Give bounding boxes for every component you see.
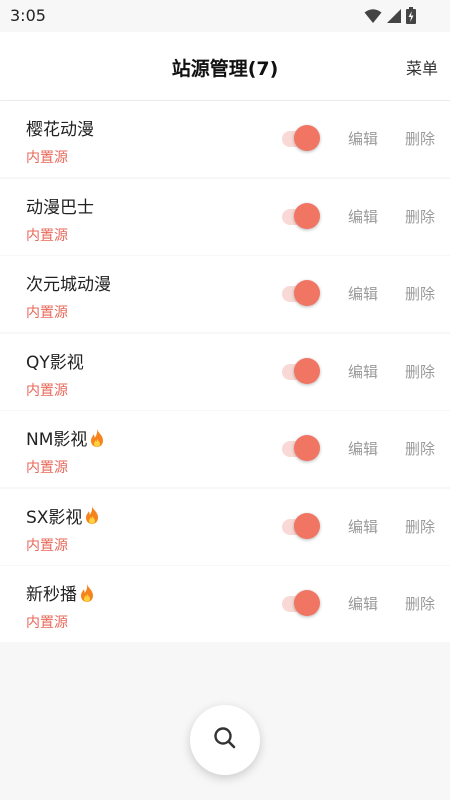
fire-icon	[86, 506, 99, 524]
search-fab-button[interactable]	[190, 705, 260, 775]
source-name-wrapper: 动漫巴士	[26, 193, 94, 218]
source-row: SX影视 内置源 编辑 删除	[0, 488, 450, 565]
delete-button[interactable]: 删除	[405, 593, 435, 614]
source-name-wrapper: 新秒播	[26, 580, 95, 605]
source-name-wrapper: 樱花动漫	[26, 115, 94, 140]
source-name: SX影视	[26, 507, 83, 528]
source-name: 次元城动漫	[26, 275, 111, 295]
source-enabled-toggle[interactable]	[282, 433, 320, 465]
delete-button[interactable]: 删除	[405, 361, 435, 382]
source-type-label: 内置源	[26, 227, 68, 244]
source-list: 樱花动漫 内置源 编辑 删除 动漫巴士 内置源 编辑 删除 次元城动漫 内置源 …	[0, 101, 450, 644]
source-type-label: 内置源	[26, 382, 68, 399]
toggle-knob	[294, 512, 320, 539]
edit-button[interactable]: 编辑	[348, 438, 378, 459]
fire-icon	[81, 583, 93, 602]
source-enabled-toggle[interactable]	[282, 201, 320, 233]
source-name: 樱花动漫	[26, 120, 94, 140]
source-enabled-toggle[interactable]	[282, 356, 320, 388]
source-row: 次元城动漫 内置源 编辑 删除	[0, 256, 450, 332]
edit-button[interactable]: 编辑	[348, 361, 378, 382]
search-icon	[212, 725, 238, 755]
toggle-knob	[294, 357, 320, 384]
source-enabled-toggle[interactable]	[282, 278, 320, 310]
delete-button[interactable]: 删除	[405, 438, 435, 459]
edit-button[interactable]: 编辑	[348, 593, 378, 614]
source-type-label: 内置源	[26, 537, 68, 554]
status-icons	[364, 7, 416, 24]
source-name: 动漫巴士	[26, 197, 94, 218]
battery-charging-icon	[406, 7, 416, 24]
toggle-knob	[294, 202, 320, 229]
source-name: QY影视	[26, 352, 84, 373]
source-type-label: 内置源	[26, 615, 68, 631]
page-title: 站源管理(7)	[171, 58, 279, 80]
wifi-icon	[364, 8, 382, 24]
toggle-knob	[294, 280, 320, 306]
source-name-wrapper: NM影视	[26, 425, 105, 450]
toggle-knob	[294, 435, 320, 461]
source-row: NM影视 内置源 编辑 删除	[0, 411, 450, 487]
edit-button[interactable]: 编辑	[348, 516, 378, 537]
delete-button[interactable]: 删除	[405, 283, 435, 304]
toggle-knob	[294, 590, 320, 616]
edit-button[interactable]: 编辑	[348, 128, 378, 149]
edit-button[interactable]: 编辑	[348, 283, 378, 304]
source-row: 动漫巴士 内置源 编辑 删除	[0, 178, 450, 255]
source-type-label: 内置源	[26, 150, 68, 166]
status-time: 3:05	[10, 6, 46, 25]
edit-button[interactable]: 编辑	[348, 206, 378, 227]
source-enabled-toggle[interactable]	[282, 588, 320, 620]
source-enabled-toggle[interactable]	[282, 511, 320, 543]
delete-button[interactable]: 删除	[405, 128, 435, 149]
source-row: 新秒播 内置源 编辑 删除	[0, 566, 450, 642]
source-name: NM影视	[26, 430, 88, 450]
source-enabled-toggle[interactable]	[282, 123, 320, 155]
cellular-signal-icon	[386, 8, 402, 24]
menu-button[interactable]: 菜单	[406, 55, 438, 79]
source-name: 新秒播	[26, 585, 77, 605]
source-name-wrapper: SX影视	[26, 503, 100, 528]
source-row: QY影视 内置源 编辑 删除	[0, 333, 450, 410]
source-type-label: 内置源	[26, 460, 68, 476]
fire-icon	[91, 428, 104, 447]
delete-button[interactable]: 删除	[405, 206, 435, 227]
source-type-label: 内置源	[26, 305, 68, 321]
app-bar: 站源管理(7) 菜单	[0, 32, 450, 100]
delete-button[interactable]: 删除	[405, 516, 435, 537]
status-bar: 3:05	[0, 0, 450, 32]
source-name-wrapper: 次元城动漫	[26, 270, 111, 295]
source-row: 樱花动漫 内置源 编辑 删除	[0, 101, 450, 177]
toggle-knob	[294, 125, 320, 151]
source-name-wrapper: QY影视	[26, 348, 84, 373]
